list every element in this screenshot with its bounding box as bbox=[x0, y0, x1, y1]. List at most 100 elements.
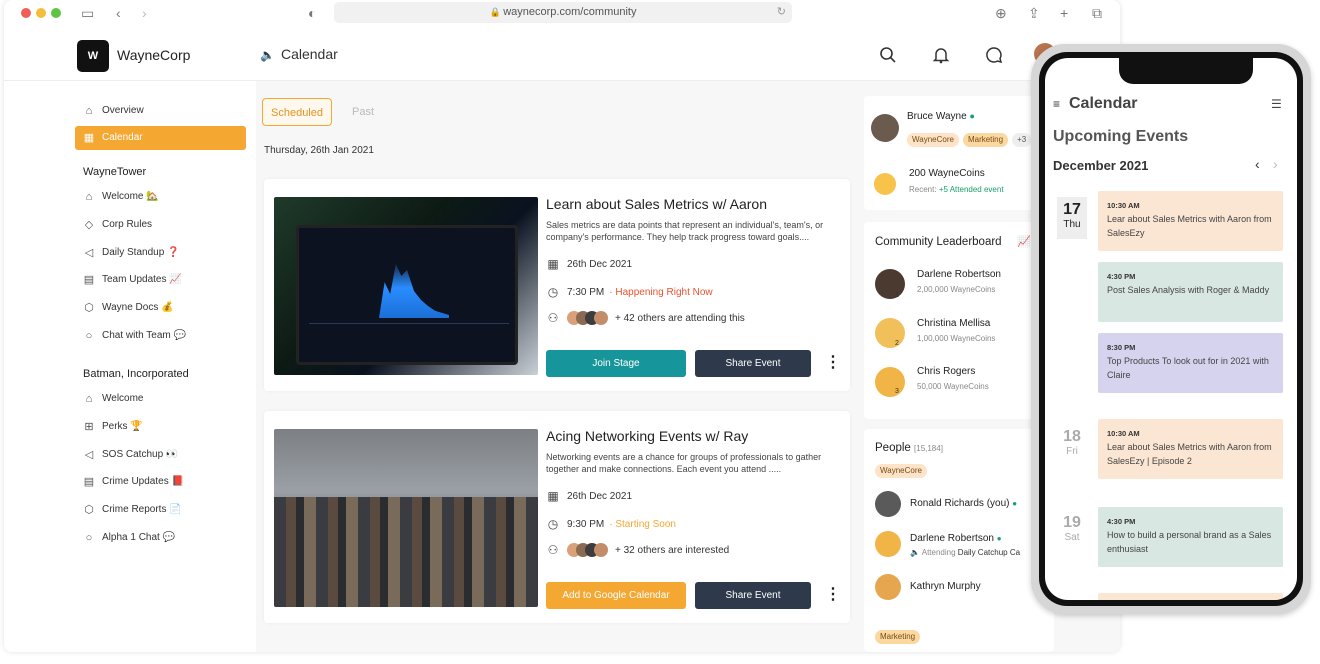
person-avatar[interactable] bbox=[875, 574, 901, 600]
event-status: · Happening Right Now bbox=[609, 286, 713, 298]
share-icon[interactable]: ⇪ bbox=[1028, 4, 1040, 22]
add-to-google-calendar-button[interactable]: Add to Google Calendar bbox=[546, 582, 686, 609]
bell-icon[interactable] bbox=[932, 46, 950, 64]
document-icon: ▤ bbox=[83, 274, 95, 286]
wayne-logo[interactable]: W bbox=[77, 40, 109, 72]
leader-rank: 2 bbox=[895, 340, 899, 347]
leader-name[interactable]: Darlene Robertson bbox=[917, 269, 1001, 280]
day-label[interactable]: 19 Sat bbox=[1057, 514, 1087, 543]
tab-scheduled[interactable]: Scheduled bbox=[262, 98, 332, 126]
close-window-button[interactable] bbox=[21, 8, 31, 18]
prev-month-icon[interactable]: ‹ bbox=[1255, 156, 1260, 172]
download-icon[interactable]: ⊕ bbox=[995, 4, 1007, 22]
sidebar-item-team-updates[interactable]: ▤ Team Updates 📈 bbox=[75, 268, 246, 292]
leader-coins: 50,000 WayneCoins bbox=[917, 382, 989, 391]
menu-icon[interactable]: ≡ bbox=[1053, 97, 1060, 111]
event-date-row: ▦ 26th Dec 2021 bbox=[547, 489, 633, 503]
forward-icon[interactable]: › bbox=[142, 4, 147, 22]
sidebar-item-overview[interactable]: ⌂ Overview bbox=[75, 99, 246, 123]
leader-name[interactable]: Christina Mellisa bbox=[917, 318, 990, 329]
profile-avatar[interactable] bbox=[871, 114, 899, 142]
profile-name[interactable]: Bruce Wayne ● bbox=[907, 111, 975, 122]
chat-icon: ○ bbox=[85, 532, 93, 544]
leader-avatar[interactable] bbox=[875, 269, 905, 299]
app-header: W WayneCorp 🔈 Calendar bbox=[4, 26, 1120, 81]
event-description: Networking events are a chance for group… bbox=[546, 452, 822, 474]
tag-more[interactable]: +3 bbox=[1012, 133, 1032, 147]
sidebar-item-crime-reports[interactable]: ⬡ Crime Reports 📄 bbox=[75, 498, 246, 522]
sidebar-item-crime-updates[interactable]: ▤ Crime Updates 📕 bbox=[75, 470, 246, 494]
sidebar-item-alpha-chat[interactable]: ○ Alpha 1 Chat 💬 bbox=[75, 526, 246, 550]
sidebar: ⌂ Overview ▦ Calendar WayneTower ⌂ Welcome … bbox=[4, 81, 256, 652]
person-name[interactable]: Ronald Richards (you) ● bbox=[910, 498, 1017, 509]
mobile-event[interactable]: 10:30 AM Lear about Sales Metrics with Aa… bbox=[1098, 191, 1283, 251]
shield-icon[interactable]: ◐ bbox=[308, 4, 316, 22]
group-waynecore[interactable]: WayneCore bbox=[875, 464, 927, 478]
next-month-icon[interactable]: › bbox=[1273, 156, 1278, 172]
more-options-icon[interactable]: ⋮ bbox=[825, 355, 841, 371]
person-name[interactable]: Kathryn Murphy bbox=[910, 581, 981, 592]
leader-avatar[interactable] bbox=[875, 367, 905, 397]
calendar-icon: ▦ bbox=[547, 489, 559, 503]
document-icon: ▤ bbox=[83, 476, 95, 488]
tag-waynecore[interactable]: WayneCore bbox=[907, 133, 959, 147]
share-event-button[interactable]: Share Event bbox=[695, 350, 811, 377]
tab-past[interactable]: Past bbox=[338, 98, 388, 126]
day-label[interactable]: 18 Fri bbox=[1057, 428, 1087, 457]
browser-chrome: ▭ ‹ › ◐ 🔒 waynecorp.com/community ↻ ⊕ ⇪ +… bbox=[4, 0, 1120, 26]
date-heading: Thursday, 26th Jan 2021 bbox=[264, 145, 374, 156]
back-icon[interactable]: ‹ bbox=[116, 4, 121, 22]
leader-avatar[interactable] bbox=[875, 318, 905, 348]
tag-marketing[interactable]: Marketing bbox=[962, 133, 1009, 147]
laptop-screen bbox=[296, 225, 518, 365]
new-tab-icon[interactable]: + bbox=[1060, 4, 1068, 22]
home-icon: ⌂ bbox=[85, 191, 93, 203]
sidebar-toggle-icon[interactable]: ▭ bbox=[81, 4, 94, 22]
page-title: 🔈 Calendar bbox=[260, 46, 338, 62]
mobile-event-partial[interactable] bbox=[1098, 593, 1283, 600]
mobile-month: December 2021 bbox=[1053, 158, 1149, 173]
minimize-window-button[interactable] bbox=[36, 8, 46, 18]
tabs-overview-icon[interactable]: ⧉ bbox=[1092, 4, 1102, 22]
sidebar-item-welcome[interactable]: ⌂ Welcome bbox=[75, 387, 246, 411]
sidebar-item-calendar[interactable]: ▦ Calendar bbox=[75, 126, 246, 150]
people-card: People [15,184] WayneCore Ronald Richard… bbox=[864, 429, 1054, 652]
person-name[interactable]: Darlene Robertson ● bbox=[910, 533, 1002, 544]
maximize-window-button[interactable] bbox=[51, 8, 61, 18]
sidebar-item-corp-rules[interactable]: ◇ Corp Rules bbox=[75, 213, 246, 237]
day-label-active[interactable]: 17 Thu bbox=[1057, 197, 1087, 239]
profile-recent: Recent: +5 Attended event bbox=[909, 185, 1004, 194]
home-icon: ⌂ bbox=[85, 393, 93, 405]
event-card: Acing Networking Events w/ Ray Networkin… bbox=[264, 411, 850, 623]
person-avatar[interactable] bbox=[875, 531, 901, 557]
more-options-icon[interactable]: ⋮ bbox=[825, 587, 841, 603]
event-time-row: ◷ 9:30 PM · Starting Soon bbox=[547, 517, 676, 531]
list-view-icon[interactable]: ☰ bbox=[1271, 97, 1282, 111]
event-title[interactable]: Acing Networking Events w/ Ray bbox=[546, 428, 748, 444]
event-time-row: ◷ 7:30 PM · Happening Right Now bbox=[547, 285, 713, 299]
reload-icon[interactable]: ↻ bbox=[777, 2, 786, 23]
person-avatar[interactable] bbox=[875, 491, 901, 517]
join-stage-button[interactable]: Join Stage bbox=[546, 350, 686, 377]
event-image-sales-dashboard bbox=[274, 197, 538, 375]
sidebar-item-perks[interactable]: ⊞ Perks 🏆 bbox=[75, 415, 246, 439]
mobile-event[interactable]: 4:30 PM Post Sales Analysis with Roger & … bbox=[1098, 262, 1283, 322]
mobile-event[interactable]: 4:30 PM How to build a personal brand as … bbox=[1098, 507, 1283, 567]
event-card: Learn about Sales Metrics w/ Aaron Sales… bbox=[264, 179, 850, 391]
address-bar[interactable]: 🔒 waynecorp.com/community ↻ bbox=[334, 2, 792, 23]
share-event-button[interactable]: Share Event bbox=[695, 582, 811, 609]
search-icon[interactable] bbox=[879, 46, 897, 64]
brand-name: WayneCorp bbox=[117, 47, 191, 63]
event-title[interactable]: Learn about Sales Metrics w/ Aaron bbox=[546, 196, 767, 212]
chat-icon[interactable] bbox=[985, 46, 1003, 64]
sidebar-item-sos-catchup[interactable]: ◁ SOS Catchup 👀 bbox=[75, 443, 246, 467]
group-marketing[interactable]: Marketing bbox=[875, 630, 921, 644]
sidebar-item-daily-standup[interactable]: ◁ Daily Standup ❓ bbox=[75, 241, 246, 265]
leader-name[interactable]: Chris Rogers bbox=[917, 366, 975, 377]
mobile-event[interactable]: 8:30 PM Top Products To look out for in 2… bbox=[1098, 333, 1283, 393]
sidebar-item-chat-with-team[interactable]: ○ Chat with Team 💬 bbox=[75, 324, 246, 348]
sidebar-item-welcome[interactable]: ⌂ Welcome 🏡 bbox=[75, 185, 246, 209]
mobile-event[interactable]: 10:30 AM Lear about Sales Metrics with Aa… bbox=[1098, 419, 1283, 479]
sidebar-item-wayne-docs[interactable]: ⬡ Wayne Docs 💰 bbox=[75, 296, 246, 320]
speaker-icon: 🔈 bbox=[910, 548, 920, 557]
